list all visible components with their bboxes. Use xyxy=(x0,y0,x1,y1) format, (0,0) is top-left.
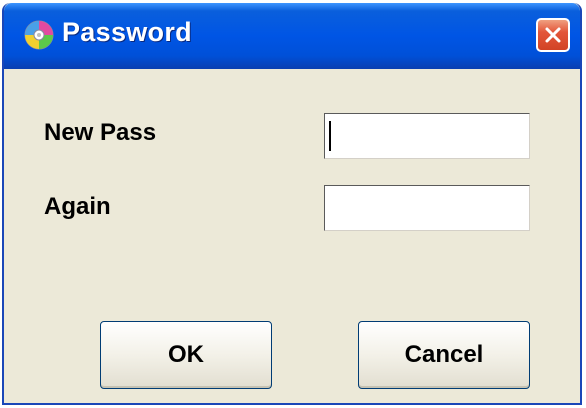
close-button[interactable] xyxy=(536,18,570,52)
new-pass-input[interactable] xyxy=(324,113,530,159)
again-label: Again xyxy=(44,193,111,220)
text-caret xyxy=(329,121,331,151)
cancel-button[interactable]: Cancel xyxy=(358,321,530,389)
window-title: Password xyxy=(62,17,192,47)
close-icon xyxy=(545,27,561,43)
dialog-body: New Pass Again OK Cancel xyxy=(4,69,580,403)
title-bar[interactable]: Password xyxy=(4,3,580,69)
new-pass-label: New Pass xyxy=(44,119,157,146)
cd-disc-icon xyxy=(24,20,54,50)
again-input[interactable] xyxy=(324,185,530,231)
ok-button[interactable]: OK xyxy=(100,321,272,389)
password-dialog: Password New Pass Again OK Cancel xyxy=(2,3,582,405)
